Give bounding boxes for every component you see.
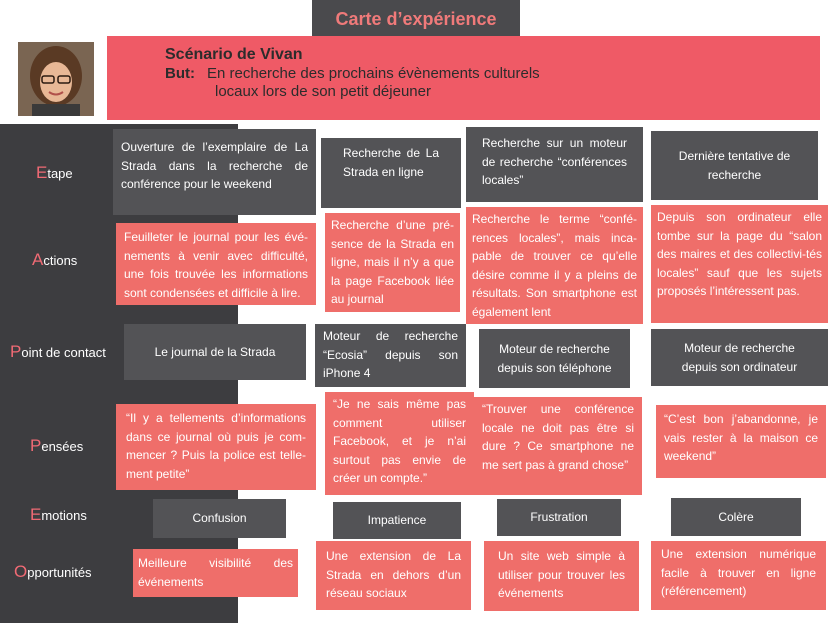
pensee-card-3: “Trouver une conférence locale ne doit p… — [474, 397, 642, 495]
etape-card-2: Recherche de La Strada en ligne — [321, 138, 461, 208]
goal-label: But: — [165, 65, 195, 82]
contact-card-3: Moteur de recherche depuis son téléphone — [479, 329, 630, 388]
emotion-card-3: Frustration — [497, 499, 621, 536]
opportunite-card-3: Un site web simple à utiliser pour trouv… — [484, 541, 639, 611]
emotion-card-1: Confusion — [153, 499, 286, 538]
row-label-contact: Point de contact — [10, 342, 106, 361]
opportunite-card-2: Une extension de La Strada en dehors d’u… — [316, 541, 471, 610]
goal-text-2: locaux lors de son petit déjeuner — [215, 83, 431, 100]
row-label-etape: Etape — [36, 163, 73, 182]
row-label-opportunites: Opportunités — [14, 562, 92, 581]
emotion-card-2: Impatience — [333, 502, 461, 539]
etape-card-1: Ouverture de l’exemplaire de La Strada d… — [113, 129, 316, 215]
action-card-2: Recherche d’une pré-sence de la Strada e… — [325, 213, 460, 312]
row-label-emotions: Emotions — [30, 505, 87, 524]
goal-line: But: En recherche des prochains évènement… — [165, 65, 540, 82]
contact-card-4: Moteur de recherche depuis son ordinateu… — [651, 329, 828, 386]
goal-text-1: En recherche des prochains évènements cu… — [207, 65, 540, 82]
map-title: Carte d’expérience — [312, 0, 520, 38]
persona-banner: Scénario de Vivan But: En recherche des p… — [107, 36, 820, 120]
pensee-card-4: “C’est bon j’abandonne, je vais rester à… — [656, 405, 826, 478]
pensee-card-1: “Il y a tellements d’informations dans c… — [116, 404, 316, 490]
etape-card-4: Dernière tentative de recherche — [651, 131, 818, 200]
etape-card-3: Recherche sur un moteur de recherche “co… — [466, 127, 643, 202]
contact-card-1: Le journal de la Strada — [124, 324, 306, 380]
opportunite-card-4: Une extension numérique facile à trouver… — [651, 541, 826, 610]
action-card-1: Feuilleter le journal pour les évé-nemen… — [116, 223, 316, 305]
row-label-actions: Actions — [32, 250, 78, 269]
contact-card-2: Moteur de recherche “Ecosia” depuis son … — [315, 324, 466, 387]
persona-avatar — [18, 42, 94, 116]
scenario-title: Scénario de Vivan — [165, 46, 303, 63]
action-card-3: Recherche le terme “confé-rences locales… — [466, 207, 643, 324]
action-card-4: Depuis son ordinateur elle tombe sur la … — [651, 205, 828, 323]
pensee-card-2: “Je ne sais même pas comment utiliser Fa… — [325, 392, 474, 495]
persona-photo-icon — [18, 42, 94, 116]
opportunite-card-1: Meilleure visibilité des événements — [133, 549, 298, 597]
row-label-pensees: Pensées — [30, 436, 84, 455]
emotion-card-4: Colère — [671, 498, 801, 536]
